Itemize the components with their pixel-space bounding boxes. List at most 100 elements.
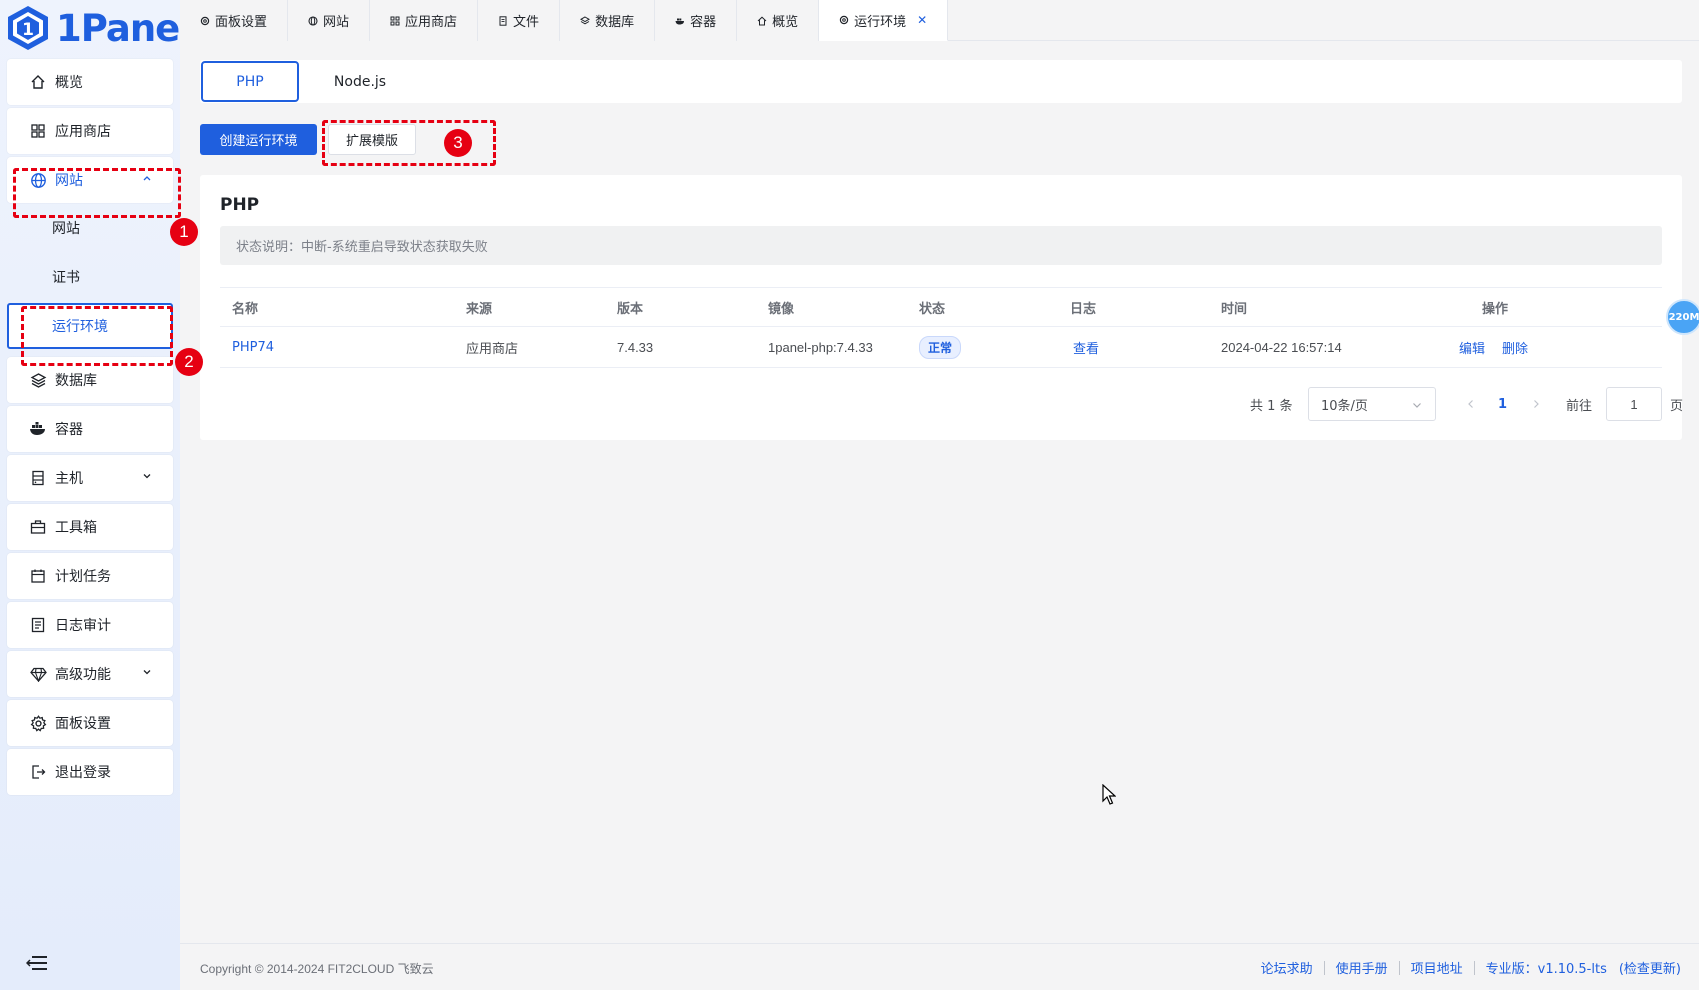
prev-page-button[interactable]: [1466, 387, 1476, 421]
manual-link[interactable]: 使用手册: [1336, 958, 1388, 977]
logo-icon: 1: [8, 6, 48, 50]
tab-appstore[interactable]: 应用商店: [370, 0, 479, 41]
sidebar-subitem-label: 网站: [52, 221, 80, 237]
image-cell: 1panel-php:7.4.33: [768, 340, 873, 355]
sidebar-item-settings[interactable]: 面板设置: [7, 700, 173, 746]
sidebar-item-label: 概览: [55, 75, 83, 91]
runtime-tab-php[interactable]: PHP: [201, 61, 299, 102]
table-row: PHP74 应用商店 7.4.33 1panel-php:7.4.33 正常 查…: [220, 328, 1662, 368]
svg-text:1: 1: [22, 20, 34, 40]
next-page-button[interactable]: [1531, 387, 1541, 421]
sidebar-item-toolbox[interactable]: 工具箱: [7, 504, 173, 550]
sidebar-item-logs[interactable]: 日志审计: [7, 602, 173, 648]
delete-button[interactable]: 删除: [1502, 328, 1528, 367]
tab-files[interactable]: 文件: [478, 0, 561, 41]
edit-button[interactable]: 编辑: [1459, 328, 1485, 367]
check-update-link[interactable]: (检查更新): [1619, 958, 1681, 977]
annotation-box-2: [21, 306, 173, 366]
status-cell: 正常: [919, 328, 962, 367]
toolbox-icon: [29, 518, 47, 536]
source-cell: 应用商店: [466, 342, 519, 357]
sidebar-item-label: 计划任务: [55, 569, 111, 585]
gear-icon: [200, 16, 210, 25]
page-number-current[interactable]: 1: [1498, 387, 1507, 421]
version-link[interactable]: 专业版：v1.10.5-lts: [1486, 958, 1607, 977]
footer-links: 论坛求助 使用手册 项目地址 专业版：v1.10.5-lts (检查更新): [1261, 958, 1681, 977]
divider: [1323, 960, 1325, 975]
chevron-left-icon: [1468, 400, 1473, 408]
chevron-right-icon: [1534, 400, 1539, 408]
grid-icon: [29, 122, 47, 140]
sidebar-item-advanced[interactable]: 高级功能: [7, 651, 173, 697]
view-log-link[interactable]: 查看: [1073, 328, 1099, 367]
annotation-number-1: 1: [170, 218, 198, 246]
tab-label: 面板设置: [215, 15, 268, 30]
layers-icon: [580, 15, 591, 24]
tab-label: 数据库: [595, 15, 635, 30]
footer: Copyright © 2014-2024 FIT2CLOUD 飞致云 论坛求助…: [180, 943, 1699, 990]
column-header: 镜像: [768, 301, 795, 317]
collapse-menu-icon[interactable]: [26, 955, 48, 971]
tab-website[interactable]: 网站: [288, 0, 371, 41]
sidebar-item-label: 日志审计: [55, 618, 111, 634]
tab-label: 网站: [323, 15, 350, 30]
column-header: 状态: [919, 301, 946, 317]
sidebar-item-label: 主机: [55, 471, 83, 487]
diamond-icon: [29, 665, 47, 683]
divider: [1398, 960, 1400, 975]
sidebar-item-cronjob[interactable]: 计划任务: [7, 553, 173, 599]
sidebar-item-host[interactable]: 主机: [7, 455, 173, 501]
server-icon: [29, 469, 47, 487]
close-icon[interactable]: ✕: [917, 13, 927, 27]
tab-panel-settings[interactable]: 面板设置: [180, 0, 289, 41]
tab-label: 应用商店: [405, 15, 458, 30]
sidebar-item-overview[interactable]: 概览: [7, 59, 173, 105]
mouse-cursor-icon: [1102, 784, 1116, 805]
tab-runtime[interactable]: 运行环境 ✕: [819, 0, 949, 41]
home-icon: [29, 73, 47, 91]
chevron-down-icon: [143, 474, 151, 479]
column-header: 时间: [1221, 301, 1248, 317]
annotation-box-1: [13, 168, 181, 218]
goto-label: 前往: [1566, 398, 1593, 414]
annotation-number-3: 3: [444, 129, 472, 157]
layers-icon: [29, 371, 47, 389]
version-cell: 7.4.33: [617, 340, 654, 355]
sidebar-subitem-label: 证书: [52, 270, 80, 286]
page-size-select[interactable]: 10条/页: [1308, 387, 1436, 421]
column-header: 版本: [617, 301, 644, 317]
tab-database[interactable]: 数据库: [560, 0, 656, 41]
tab-container[interactable]: 容器: [655, 0, 738, 41]
tab-label: 概览: [772, 15, 799, 30]
runtime-name-link[interactable]: PHP74: [232, 328, 274, 367]
gear-icon: [29, 714, 47, 732]
column-header: 来源: [466, 301, 493, 317]
sidebar-item-container[interactable]: 容器: [7, 406, 173, 452]
column-header: 日志: [1070, 301, 1097, 317]
memory-float-button[interactable]: 220M: [1666, 299, 1699, 335]
file-icon: [499, 15, 507, 26]
sidebar-item-logout[interactable]: 退出登录: [7, 749, 173, 795]
pagination: 共 1 条 10条/页 1 前往 页: [220, 387, 1683, 421]
goto-page-input[interactable]: [1606, 387, 1662, 421]
card-title: PHP: [220, 195, 260, 215]
status-badge: 正常: [919, 336, 962, 359]
time-cell: 2024-04-22 16:57:14: [1221, 340, 1342, 355]
logout-icon: [29, 763, 47, 781]
runtime-tab-nodejs[interactable]: Node.js: [310, 61, 410, 102]
tab-label: 容器: [690, 15, 717, 30]
grid-icon: [390, 16, 400, 25]
tab-overview[interactable]: 概览: [737, 0, 820, 41]
tab-label: 运行环境: [854, 14, 907, 30]
pagination-total: 共 1 条: [1250, 398, 1293, 414]
sidebar-item-appstore[interactable]: 应用商店: [7, 108, 173, 154]
docker-icon: [29, 420, 47, 438]
runtime-type-tabs: PHP Node.js: [200, 60, 1682, 103]
project-link[interactable]: 项目地址: [1411, 958, 1463, 977]
forum-link[interactable]: 论坛求助: [1261, 958, 1313, 977]
chevron-down-icon: [143, 670, 151, 675]
page-suffix: 页: [1670, 398, 1684, 414]
logo[interactable]: 1 1Panel: [6, 2, 192, 54]
create-runtime-button[interactable]: 创建运行环境: [200, 124, 317, 155]
sidebar-subitem-certificate[interactable]: 证书: [7, 254, 173, 300]
